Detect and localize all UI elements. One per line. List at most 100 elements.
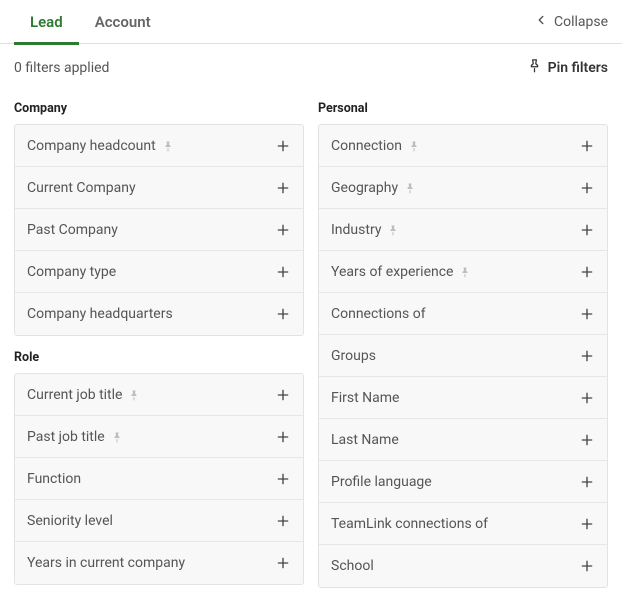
filter-item[interactable]: Connection — [319, 125, 607, 167]
filter-label-text: Function — [27, 471, 81, 487]
filter-label: Connections of — [331, 306, 426, 322]
tab-lead-label: Lead — [30, 13, 63, 31]
filter-label: Seniority level — [27, 513, 113, 529]
plus-icon[interactable] — [275, 513, 291, 529]
filter-item[interactable]: Industry — [319, 209, 607, 251]
filter-label: Current Company — [27, 180, 136, 196]
plus-icon[interactable] — [275, 138, 291, 154]
filter-label: Years in current company — [27, 555, 185, 571]
filter-label: Past Company — [27, 222, 118, 238]
filter-label: Company type — [27, 264, 116, 280]
filter-item[interactable]: Geography — [319, 167, 607, 209]
filters-meta-bar: 0 filters applied Pin filters — [0, 44, 622, 87]
filter-item[interactable]: Past Company — [15, 209, 303, 251]
filter-item[interactable]: Years in current company — [15, 542, 303, 584]
filter-item[interactable]: Company type — [15, 251, 303, 293]
filter-item[interactable]: Function — [15, 458, 303, 500]
filter-label-text: Connection — [331, 138, 402, 154]
filter-label: Last Name — [331, 432, 399, 448]
filter-label: Industry — [331, 222, 399, 238]
pin-icon — [459, 266, 471, 278]
filter-label: Past job title — [27, 429, 123, 445]
filter-label-text: First Name — [331, 390, 399, 406]
tab-lead[interactable]: Lead — [14, 0, 79, 44]
filter-list-personal: Connection Geography Industry Years of expe… — [318, 124, 608, 588]
plus-icon[interactable] — [579, 390, 595, 406]
filter-label-text: Past job title — [27, 429, 105, 445]
plus-icon[interactable] — [275, 306, 291, 322]
filter-item[interactable]: Years of experience — [319, 251, 607, 293]
pin-filters-label: Pin filters — [548, 60, 608, 76]
filter-item[interactable]: Connections of — [319, 293, 607, 335]
plus-icon[interactable] — [275, 555, 291, 571]
filter-label-text: Profile language — [331, 474, 432, 490]
chevron-left-icon — [534, 13, 548, 31]
filter-item[interactable]: Current Company — [15, 167, 303, 209]
plus-icon[interactable] — [579, 558, 595, 574]
plus-icon[interactable] — [579, 222, 595, 238]
filter-label-text: Last Name — [331, 432, 399, 448]
plus-icon[interactable] — [579, 432, 595, 448]
plus-icon[interactable] — [579, 516, 595, 532]
plus-icon[interactable] — [579, 264, 595, 280]
filter-label-text: Geography — [331, 180, 398, 196]
plus-icon[interactable] — [275, 429, 291, 445]
plus-icon[interactable] — [579, 138, 595, 154]
filter-item[interactable]: Past job title — [15, 416, 303, 458]
tab-account-label: Account — [95, 13, 151, 31]
filter-label: Geography — [331, 180, 416, 196]
filter-label: Function — [27, 471, 81, 487]
filter-item[interactable]: Company headcount — [15, 125, 303, 167]
filter-item[interactable]: Current job title — [15, 374, 303, 416]
plus-icon[interactable] — [275, 387, 291, 403]
filter-columns: Company Company headcount Current Company… — [0, 87, 622, 602]
filter-label-text: Company headcount — [27, 138, 156, 154]
pin-icon — [111, 431, 123, 443]
plus-icon[interactable] — [275, 471, 291, 487]
group-title-personal: Personal — [318, 101, 608, 116]
group-title-company: Company — [14, 101, 304, 116]
plus-icon[interactable] — [275, 264, 291, 280]
filter-item[interactable]: Groups — [319, 335, 607, 377]
tabs-bar: Lead Account Collapse — [0, 0, 622, 44]
pin-icon — [408, 140, 420, 152]
plus-icon[interactable] — [275, 222, 291, 238]
tab-account[interactable]: Account — [79, 0, 167, 44]
plus-icon[interactable] — [579, 348, 595, 364]
filter-label-text: Past Company — [27, 222, 118, 238]
filter-item[interactable]: TeamLink connections of — [319, 503, 607, 545]
plus-icon[interactable] — [579, 474, 595, 490]
filter-label-text: Company type — [27, 264, 116, 280]
filter-item[interactable]: Company headquarters — [15, 293, 303, 335]
filter-label-text: TeamLink connections of — [331, 516, 488, 532]
filter-item[interactable]: Seniority level — [15, 500, 303, 542]
plus-icon[interactable] — [579, 306, 595, 322]
filter-label-text: Current Company — [27, 180, 136, 196]
filter-item[interactable]: First Name — [319, 377, 607, 419]
plus-icon[interactable] — [275, 180, 291, 196]
filter-label-text: Current job title — [27, 387, 122, 403]
filter-item[interactable]: Profile language — [319, 461, 607, 503]
pin-icon — [387, 224, 399, 236]
filter-label-text: Industry — [331, 222, 381, 238]
filter-label-text: Years of experience — [331, 264, 453, 280]
filter-label-text: Company headquarters — [27, 306, 173, 322]
plus-icon[interactable] — [579, 180, 595, 196]
filter-label-text: Connections of — [331, 306, 426, 322]
filter-label-text: Seniority level — [27, 513, 113, 529]
pin-icon — [162, 140, 174, 152]
filter-list-company: Company headcount Current Company Past Com… — [14, 124, 304, 336]
filter-item[interactable]: School — [319, 545, 607, 587]
right-column: Personal Connection Geography Industry Year… — [318, 87, 608, 588]
filter-label: Years of experience — [331, 264, 471, 280]
collapse-button[interactable]: Collapse — [534, 13, 608, 31]
group-title-role: Role — [14, 350, 304, 365]
filter-label: Groups — [331, 348, 376, 364]
filter-label-text: Groups — [331, 348, 376, 364]
filter-label: First Name — [331, 390, 399, 406]
filter-label: TeamLink connections of — [331, 516, 488, 532]
filter-label: Connection — [331, 138, 420, 154]
filter-item[interactable]: Last Name — [319, 419, 607, 461]
filter-label: Profile language — [331, 474, 432, 490]
pin-filters-button[interactable]: Pin filters — [527, 58, 608, 77]
